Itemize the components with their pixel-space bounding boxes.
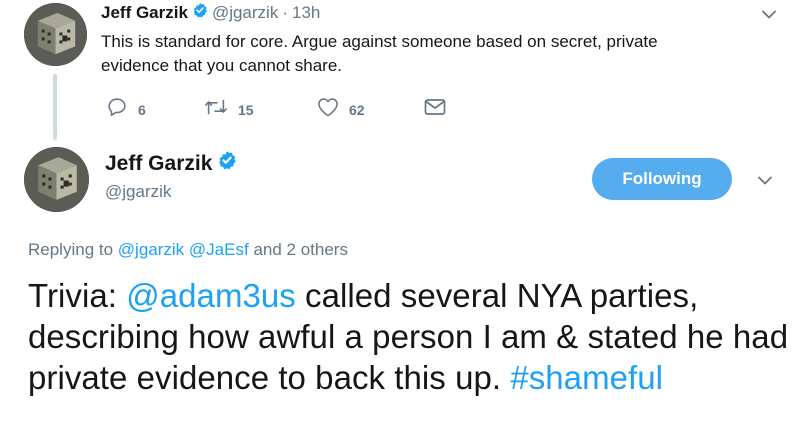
author-handle[interactable]: @jgarzik bbox=[212, 3, 278, 23]
author-name-heading[interactable]: Jeff Garzik bbox=[105, 150, 241, 177]
replying-to-line: Replying to @jgarzik @JaEsf and 2 others bbox=[28, 239, 348, 261]
avatar[interactable] bbox=[24, 147, 89, 212]
tweet-timestamp[interactable]: 13h bbox=[292, 3, 320, 23]
verified-badge-icon bbox=[217, 150, 237, 177]
author-handle[interactable]: @jgarzik bbox=[105, 181, 171, 203]
reply-count: 6 bbox=[138, 101, 146, 118]
retweet-count: 15 bbox=[238, 101, 254, 118]
sponge-cube-avatar bbox=[24, 147, 89, 212]
hashtag-link[interactable]: #shameful bbox=[510, 359, 663, 396]
others-link[interactable]: and 2 others bbox=[253, 240, 348, 259]
envelope-icon bbox=[424, 98, 446, 121]
author-name[interactable]: Jeff Garzik bbox=[101, 3, 188, 23]
tweet-actions: 6 15 62 bbox=[106, 96, 446, 123]
sponge-cube-avatar bbox=[24, 3, 87, 66]
retweet-icon bbox=[204, 97, 228, 122]
tweet-text: Trivia: @adam3us called several NYA part… bbox=[28, 275, 798, 398]
separator-dot: · bbox=[282, 2, 288, 22]
chevron-down-icon[interactable] bbox=[756, 171, 774, 189]
verified-badge-icon bbox=[192, 2, 208, 23]
author-name[interactable]: Jeff Garzik bbox=[105, 151, 212, 177]
avatar[interactable] bbox=[24, 3, 87, 66]
parent-tweet-header: Jeff Garzik @jgarzik · 13h bbox=[101, 2, 320, 23]
mention-link[interactable]: @jgarzik bbox=[118, 240, 184, 259]
direct-message-button[interactable] bbox=[424, 98, 446, 121]
thread-line bbox=[53, 74, 57, 140]
like-button[interactable]: 62 bbox=[317, 97, 424, 122]
tweet-text-part: Trivia: bbox=[28, 277, 127, 314]
retweet-button[interactable]: 15 bbox=[204, 97, 317, 122]
like-count: 62 bbox=[349, 101, 365, 118]
following-button[interactable]: Following bbox=[592, 158, 732, 200]
parent-tweet-text: This is standard for core. Argue against… bbox=[101, 32, 658, 75]
reply-icon bbox=[106, 96, 128, 123]
reply-button[interactable]: 6 bbox=[106, 96, 204, 123]
replying-prefix: Replying to bbox=[28, 240, 114, 259]
chevron-down-icon[interactable] bbox=[760, 5, 778, 23]
mention-link[interactable]: @JaEsf bbox=[189, 240, 249, 259]
mention-link[interactable]: @adam3us bbox=[126, 277, 296, 314]
heart-icon bbox=[317, 97, 339, 122]
